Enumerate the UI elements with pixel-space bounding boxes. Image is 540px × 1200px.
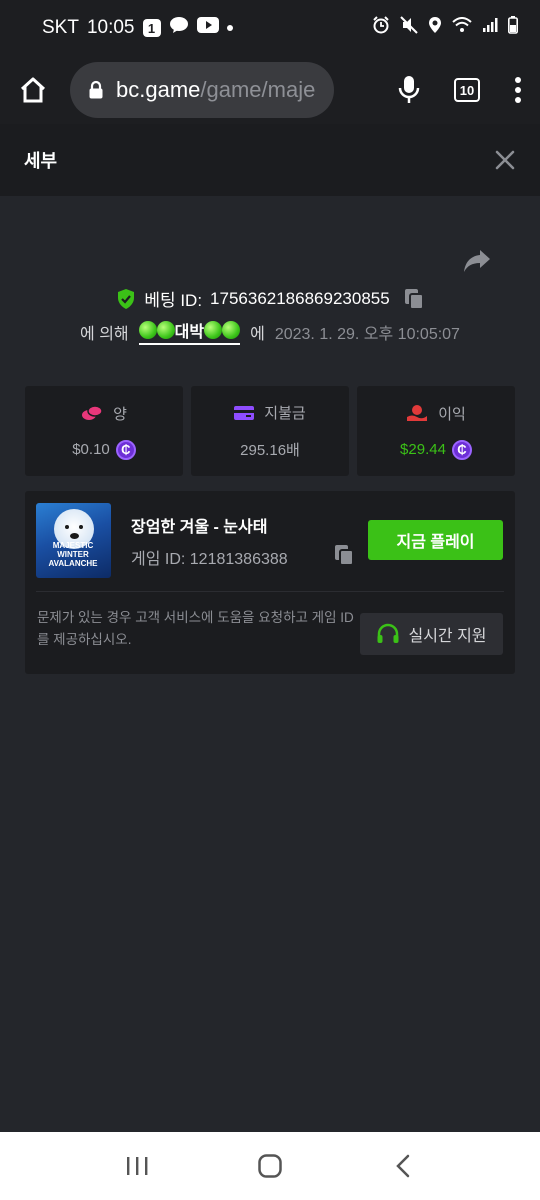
help-text: 문제가 있는 경우 고객 서비스에 도움을 요청하고 게임 ID를 제공하십시오… xyxy=(37,610,354,647)
stat-card-payout: 지불금 295.16배 xyxy=(191,386,349,476)
youtube-notification-icon xyxy=(196,17,219,39)
signal-icon xyxy=(482,17,498,39)
stat-label: 지불금 xyxy=(264,405,306,422)
green-ball-icon xyxy=(222,321,241,339)
url-host: bc.game xyxy=(116,77,201,102)
bet-id-value: 1756362186869230855 xyxy=(210,288,390,308)
user-name: 대박 xyxy=(174,324,205,341)
green-ball-icon xyxy=(204,321,223,339)
game-thumbnail[interactable]: MAJESTIC WINTER AVALANCHE xyxy=(36,503,111,578)
mute-icon xyxy=(400,16,418,40)
bet-stats: 양 $0.10 ₵ 지불금 295.16배 이익 $29.44 ₵ xyxy=(25,386,515,476)
share-icon[interactable] xyxy=(462,248,492,274)
url-path: /game/maje xyxy=(200,77,316,102)
clock: 10:05 xyxy=(86,17,135,38)
stat-card-profit: 이익 $29.44 ₵ xyxy=(357,386,515,476)
wifi-icon xyxy=(452,17,472,39)
more-menu-icon[interactable] xyxy=(514,77,522,103)
game-name: 장엄한 겨울 - 눈사태 xyxy=(131,519,268,536)
system-navigation-bar xyxy=(0,1132,540,1200)
chat-notification-icon xyxy=(169,16,189,40)
at-label: 에 xyxy=(250,325,265,343)
recent-apps-icon[interactable] xyxy=(107,1141,167,1191)
bet-by-row: 에 의해 대박 에 2023. 1. 29. 오후 10:05:07 xyxy=(0,318,540,345)
game-thumbnail-title: MAJESTIC WINTER AVALANCHE xyxy=(48,541,98,568)
green-ball-icon xyxy=(138,321,157,339)
stat-label: 이익 xyxy=(438,405,466,423)
home-nav-icon[interactable] xyxy=(240,1141,300,1191)
alarm-icon xyxy=(372,16,390,40)
stat-card-amount: 양 $0.10 ₵ xyxy=(25,386,183,476)
stat-value: $0.10 xyxy=(72,441,110,458)
modal-title: 세부 xyxy=(24,151,58,171)
game-panel: MAJESTIC WINTER AVALANCHE 장엄한 겨울 - 눈사태 게… xyxy=(25,491,515,674)
tab-switcher-button[interactable]: 10 xyxy=(454,78,480,102)
modal-header: 세부 xyxy=(0,124,540,196)
bc-coin-icon: ₵ xyxy=(451,439,472,460)
green-ball-icon xyxy=(156,321,175,339)
by-label: 에 의해 xyxy=(80,325,129,343)
game-id: 게임 ID: 12181386388 xyxy=(131,551,288,568)
live-support-label: 실시간 지원 xyxy=(408,628,487,645)
bet-id-row: 베팅 ID: 1756362186869230855 xyxy=(0,286,540,311)
bc-coin-icon: ₵ xyxy=(115,439,136,460)
live-support-button[interactable]: 실시간 지원 xyxy=(360,613,503,655)
back-icon[interactable] xyxy=(373,1141,433,1191)
status-bar: SKT 10:05 1 xyxy=(0,0,540,56)
card-icon xyxy=(234,405,255,421)
bet-details-content: 베팅 ID: 1756362186869230855 에 의해 대박 에 202… xyxy=(0,196,540,1132)
profit-hand-icon xyxy=(406,404,428,422)
notification-count-icon: 1 xyxy=(142,19,161,37)
microphone-icon[interactable] xyxy=(398,75,420,105)
close-icon[interactable] xyxy=(494,149,516,171)
stat-value: $29.44 xyxy=(400,441,446,458)
copy-game-id-icon[interactable] xyxy=(334,544,354,571)
copy-bet-id-icon[interactable] xyxy=(404,288,424,310)
carrier-label: SKT xyxy=(42,17,79,38)
home-icon[interactable] xyxy=(18,75,48,105)
play-now-button[interactable]: 지금 플레이 xyxy=(368,520,503,560)
battery-icon xyxy=(508,16,518,40)
address-bar[interactable]: bc.game/game/maje xyxy=(70,62,334,118)
headset-icon xyxy=(376,623,400,645)
stat-label: 양 xyxy=(113,405,127,423)
divider xyxy=(36,591,504,592)
more-notifications-dot xyxy=(226,25,233,31)
location-icon xyxy=(428,16,442,40)
user-name-link[interactable]: 대박 xyxy=(138,318,241,345)
bet-id-label: 베팅 ID: xyxy=(144,291,203,310)
verified-shield-icon xyxy=(116,288,136,310)
stat-value: 295.16배 xyxy=(240,442,300,459)
lock-icon xyxy=(88,80,104,100)
browser-toolbar: bc.game/game/maje 10 xyxy=(0,56,540,124)
bet-datetime: 2023. 1. 29. 오후 10:05:07 xyxy=(274,325,460,343)
coins-icon xyxy=(81,404,103,422)
